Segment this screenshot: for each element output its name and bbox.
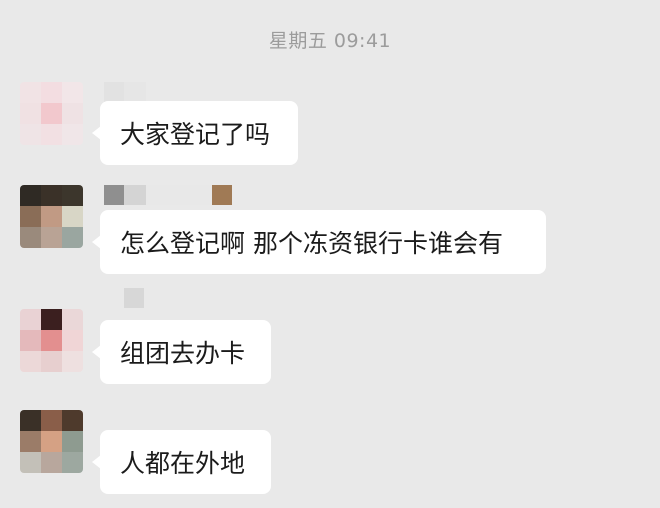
- name-mosaic-block: [168, 185, 190, 205]
- message-bubble[interactable]: 怎么登记啊 那个冻资银行卡谁会有: [92, 210, 546, 274]
- avatar-mosaic-cell: [20, 309, 41, 330]
- avatar-mosaic-cell: [62, 309, 83, 330]
- avatar-mosaic-cell: [20, 452, 41, 473]
- avatar-mosaic-cell: [41, 82, 62, 103]
- avatar-mosaic-cell: [20, 206, 41, 227]
- message-bubble[interactable]: 组团去办卡: [92, 320, 271, 384]
- avatar-mosaic-cell: [62, 185, 83, 206]
- avatar-mosaic-cell: [20, 351, 41, 372]
- sender-name-blurred: [124, 288, 144, 308]
- avatar-mosaic-cell: [41, 452, 62, 473]
- name-mosaic-block: [124, 185, 146, 205]
- avatar-mosaic-cell: [41, 410, 62, 431]
- avatar[interactable]: [20, 185, 83, 248]
- name-mosaic-block: [124, 288, 144, 308]
- message-text: 人都在外地: [120, 449, 246, 478]
- avatar-mosaic-cell: [62, 124, 83, 145]
- avatar-mosaic-cell: [20, 227, 41, 248]
- avatar-mosaic-cell: [62, 103, 83, 124]
- name-mosaic-block: [212, 185, 232, 205]
- message-bubble[interactable]: 人都在外地: [92, 430, 271, 494]
- name-mosaic-block: [146, 185, 168, 205]
- avatar-mosaic-cell: [62, 206, 83, 227]
- avatar[interactable]: [20, 82, 83, 145]
- avatar-mosaic-cell: [62, 452, 83, 473]
- avatar-mosaic-cell: [62, 82, 83, 103]
- name-mosaic-block: [124, 82, 146, 102]
- avatar-mosaic-cell: [62, 431, 83, 452]
- avatar-mosaic-cell: [41, 103, 62, 124]
- name-mosaic-block: [104, 185, 124, 205]
- message-text: 组团去办卡: [120, 339, 246, 368]
- sender-name-blurred: [104, 82, 146, 102]
- avatar-mosaic-cell: [41, 431, 62, 452]
- avatar-mosaic-cell: [20, 431, 41, 452]
- avatar-mosaic-cell: [20, 410, 41, 431]
- name-mosaic-block: [190, 185, 212, 205]
- avatar-mosaic-cell: [62, 351, 83, 372]
- avatar-mosaic-cell: [41, 185, 62, 206]
- avatar-mosaic-cell: [41, 330, 62, 351]
- avatar-mosaic-cell: [41, 351, 62, 372]
- message-bubble[interactable]: 大家登记了吗: [92, 101, 298, 165]
- avatar-mosaic-cell: [41, 309, 62, 330]
- avatar-mosaic-cell: [41, 227, 62, 248]
- avatar-mosaic-cell: [62, 410, 83, 431]
- avatar-mosaic-cell: [20, 82, 41, 103]
- avatar-mosaic-cell: [41, 206, 62, 227]
- name-mosaic-block: [104, 82, 124, 102]
- avatar-mosaic-cell: [62, 227, 83, 248]
- avatar-mosaic-cell: [20, 124, 41, 145]
- message-text: 怎么登记啊 那个冻资银行卡谁会有: [120, 229, 503, 258]
- sender-name-blurred: [104, 185, 232, 205]
- message-text: 大家登记了吗: [120, 120, 271, 149]
- chat-timestamp: 星期五 09:41: [268, 30, 392, 52]
- avatar[interactable]: [20, 309, 83, 372]
- avatar[interactable]: [20, 410, 83, 473]
- avatar-mosaic-cell: [20, 330, 41, 351]
- avatar-mosaic-cell: [20, 185, 41, 206]
- avatar-mosaic-cell: [20, 103, 41, 124]
- avatar-mosaic-cell: [62, 330, 83, 351]
- avatar-mosaic-cell: [41, 124, 62, 145]
